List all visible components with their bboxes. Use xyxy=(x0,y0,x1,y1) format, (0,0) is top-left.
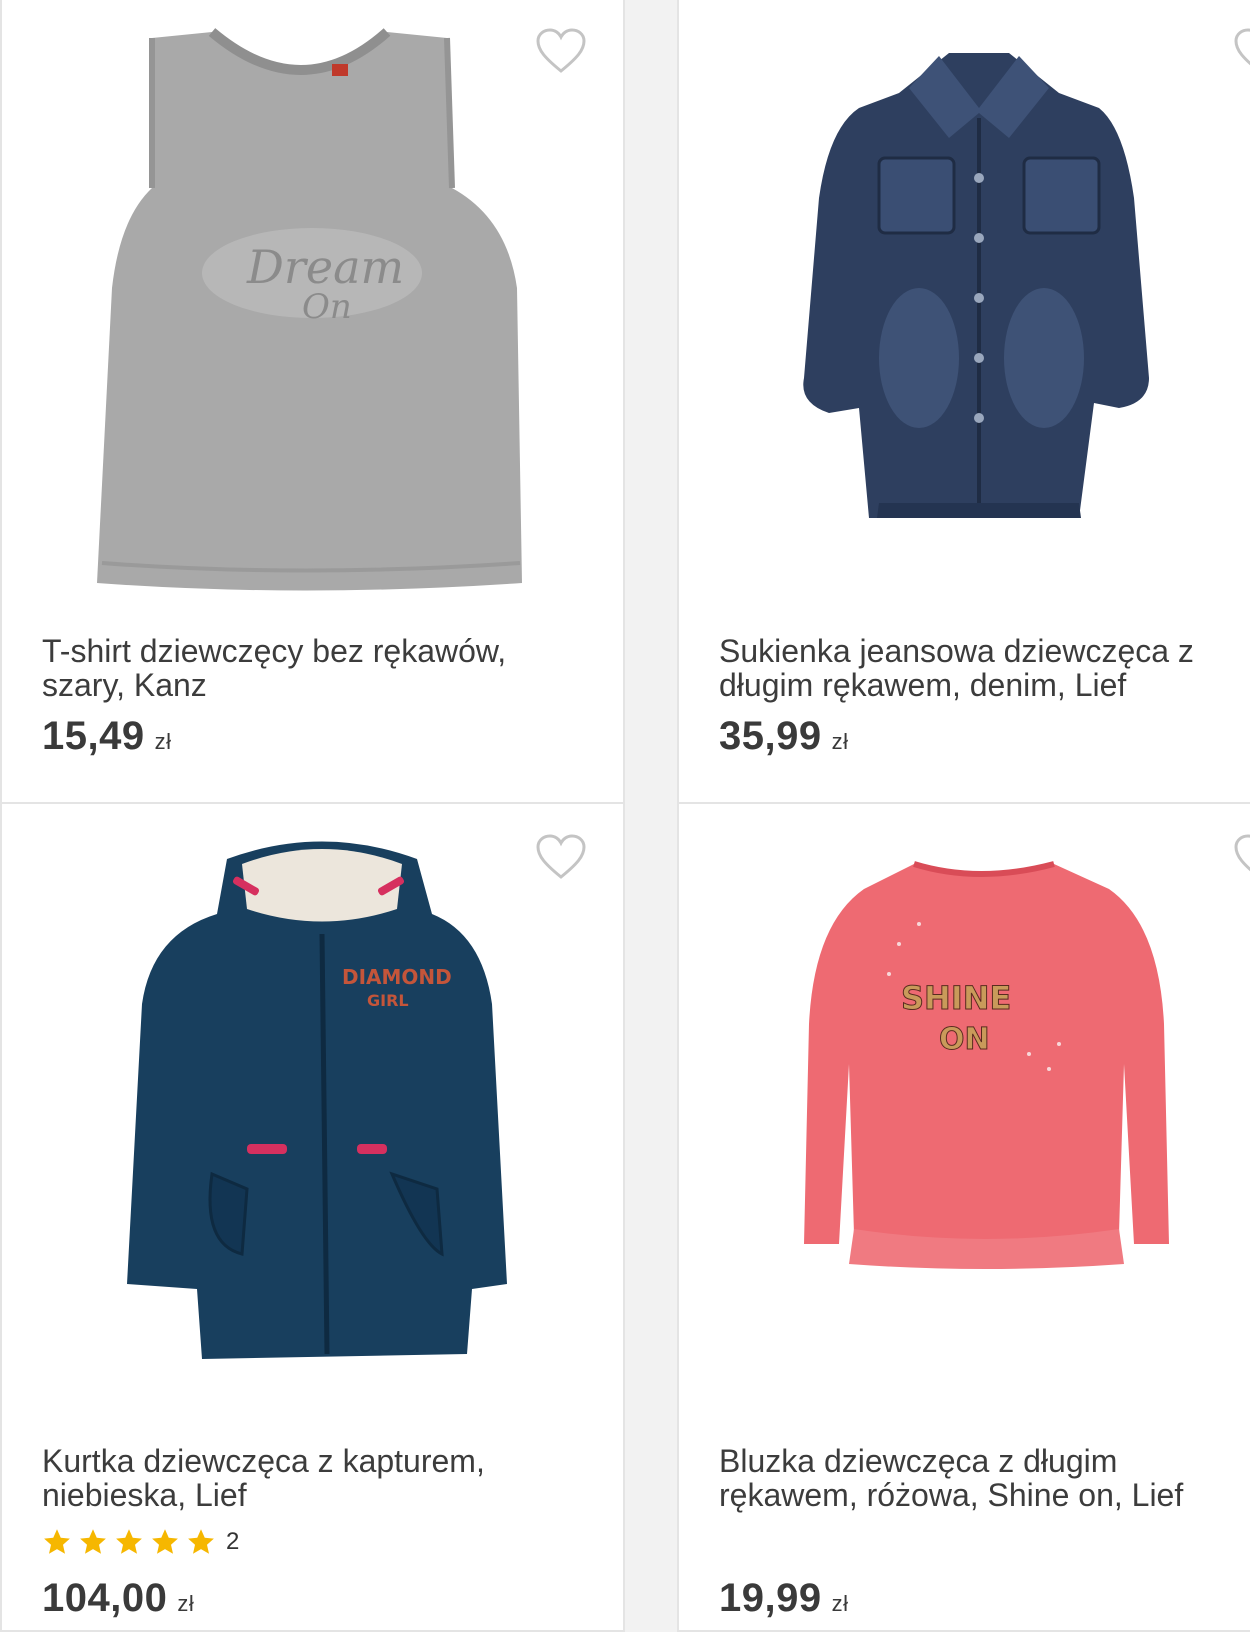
product-price: 19,99 zł xyxy=(719,1576,849,1621)
product-title[interactable]: Sukienka jeansowa dziewczęca z długim rę… xyxy=(719,634,1250,702)
product-card-tshirt[interactable]: Dream On T-shirt dziewczęcy bez rękawów,… xyxy=(0,0,625,806)
product-title[interactable]: T-shirt dziewczęcy bez rękawów, szary, K… xyxy=(42,634,562,702)
price-currency: zł xyxy=(177,1591,195,1616)
product-image[interactable]: DIAMOND GIRL xyxy=(2,804,623,1419)
product-card-blouse[interactable]: SHINE ON Bluzka dziewczęca z długim ręka… xyxy=(677,802,1250,1632)
print-line-1: SHINE xyxy=(901,979,1011,1017)
price-currency: zł xyxy=(831,1591,849,1616)
star-icon xyxy=(188,1529,214,1554)
price-value: 104,00 xyxy=(42,1576,168,1620)
hooded-jacket-image: DIAMOND GIRL xyxy=(127,841,507,1359)
product-price: 35,99 zł xyxy=(719,714,849,759)
favorite-heart-icon[interactable] xyxy=(1233,28,1250,74)
star-icon xyxy=(80,1529,106,1554)
denim-dress-image xyxy=(803,53,1149,518)
product-price: 15,49 zł xyxy=(42,714,172,759)
star-icon xyxy=(152,1529,178,1554)
tank-top-image: Dream On xyxy=(97,28,522,591)
print-line-1: DIAMOND xyxy=(342,965,452,989)
print-line-2: ON xyxy=(939,1022,990,1057)
product-image[interactable] xyxy=(679,0,1250,613)
product-image[interactable]: Dream On xyxy=(2,0,623,613)
product-price: 104,00 zł xyxy=(42,1576,194,1621)
star-icon xyxy=(116,1529,142,1554)
product-card-denim-dress[interactable]: Sukienka jeansowa dziewczęca z długim rę… xyxy=(677,0,1250,806)
price-value: 15,49 xyxy=(42,714,145,758)
rating-count: 2 xyxy=(226,1528,240,1555)
pink-blouse-image: SHINE ON xyxy=(804,861,1169,1269)
product-image[interactable]: SHINE ON xyxy=(679,804,1250,1419)
product-title[interactable]: Kurtka dziewczęca z kapturem, niebieska,… xyxy=(42,1444,562,1512)
favorite-heart-icon[interactable] xyxy=(535,28,587,74)
product-title[interactable]: Bluzka dziewczęca z długim rękawem, różo… xyxy=(719,1444,1250,1512)
print-line-2: On xyxy=(302,287,352,327)
product-card-jacket[interactable]: DIAMOND GIRL Kurtka dziewczęca z kapture… xyxy=(0,802,625,1632)
price-currency: zł xyxy=(831,729,849,754)
favorite-heart-icon[interactable] xyxy=(1233,834,1250,880)
favorite-heart-icon[interactable] xyxy=(535,834,587,880)
price-value: 19,99 xyxy=(719,1576,822,1620)
print-line-1: Dream xyxy=(246,240,404,294)
price-value: 35,99 xyxy=(719,714,822,758)
product-rating[interactable]: 2 xyxy=(42,1526,239,1558)
price-currency: zł xyxy=(154,729,172,754)
star-icon xyxy=(44,1529,70,1554)
product-grid: Dream On T-shirt dziewczęcy bez rękawów,… xyxy=(0,0,1250,1632)
print-line-2: GIRL xyxy=(367,991,409,1010)
